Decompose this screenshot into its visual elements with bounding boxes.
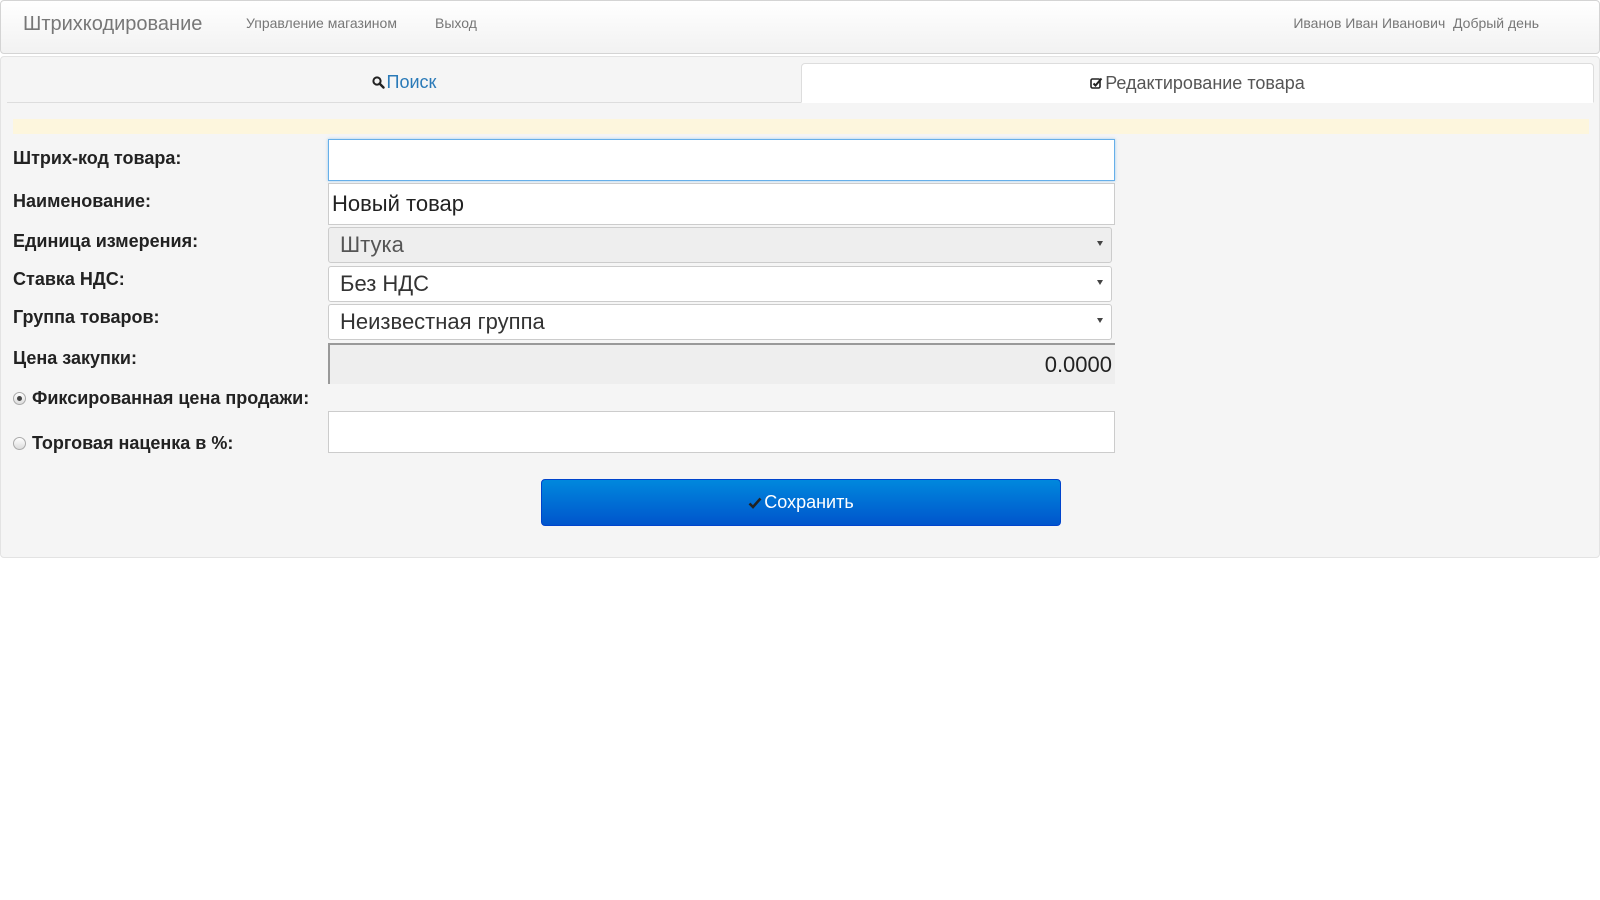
name-label: Наименование: bbox=[13, 191, 152, 211]
vat-label: Ставка НДС: bbox=[13, 269, 125, 289]
unit-label: Единица измерения: bbox=[13, 231, 199, 251]
tab-edit-product[interactable]: Редактирование товара bbox=[801, 63, 1594, 103]
alert-strip bbox=[13, 119, 1589, 134]
vat-select-value: Без НДС bbox=[340, 271, 430, 296]
tab-search[interactable]: Поиск bbox=[7, 63, 801, 103]
unit-select[interactable]: Штука bbox=[328, 227, 1112, 263]
fixed-price-label: Фиксированная цена продажи: bbox=[32, 388, 310, 408]
group-select[interactable]: Неизвестная группа bbox=[328, 304, 1112, 340]
vat-select[interactable]: Без НДС bbox=[328, 266, 1112, 302]
navbar: Штрихкодирование Управление магазином Вы… bbox=[0, 0, 1600, 54]
purchase-price-label: Цена закупки: bbox=[13, 348, 137, 368]
user-name: Иванов Иван Иванович bbox=[1293, 15, 1446, 31]
tab-edit-label: Редактирование товара bbox=[1105, 72, 1305, 93]
sale-price-input[interactable] bbox=[328, 411, 1115, 453]
save-button[interactable]: Сохранить bbox=[541, 479, 1061, 526]
brand[interactable]: Штрихкодирование bbox=[23, 13, 202, 36]
nav-logout[interactable]: Выход bbox=[435, 15, 477, 31]
main-panel: Поиск Редактирование товара Штрих-код то… bbox=[0, 56, 1600, 558]
chevron-down-icon bbox=[1097, 241, 1103, 246]
markup-label: Торговая наценка в %: bbox=[32, 433, 234, 453]
save-button-label: Сохранить bbox=[764, 492, 854, 512]
search-icon bbox=[371, 76, 385, 89]
markup-radio[interactable] bbox=[13, 437, 26, 450]
group-label: Группа товаров: bbox=[13, 307, 160, 327]
check-icon bbox=[748, 497, 762, 509]
check-square-icon bbox=[1090, 77, 1103, 89]
chevron-down-icon bbox=[1097, 318, 1103, 323]
name-input[interactable] bbox=[328, 183, 1115, 225]
barcode-label: Штрих-код товара: bbox=[13, 148, 182, 168]
user-greeting: Иванов Иван Иванович Добрый день bbox=[1293, 15, 1539, 31]
markup-option[interactable]: Торговая наценка в %: bbox=[13, 433, 233, 454]
nav-store-management[interactable]: Управление магазином bbox=[246, 15, 397, 31]
fixed-price-radio[interactable] bbox=[13, 392, 26, 405]
purchase-price-input bbox=[328, 343, 1115, 384]
barcode-input[interactable] bbox=[328, 139, 1115, 181]
group-select-value: Неизвестная группа bbox=[340, 309, 545, 334]
chevron-down-icon bbox=[1097, 280, 1103, 285]
tab-search-label: Поиск bbox=[386, 72, 437, 92]
fixed-price-option[interactable]: Фиксированная цена продажи: bbox=[13, 388, 309, 409]
unit-select-value: Штука bbox=[340, 232, 404, 257]
greeting-text: Добрый день bbox=[1453, 15, 1539, 31]
